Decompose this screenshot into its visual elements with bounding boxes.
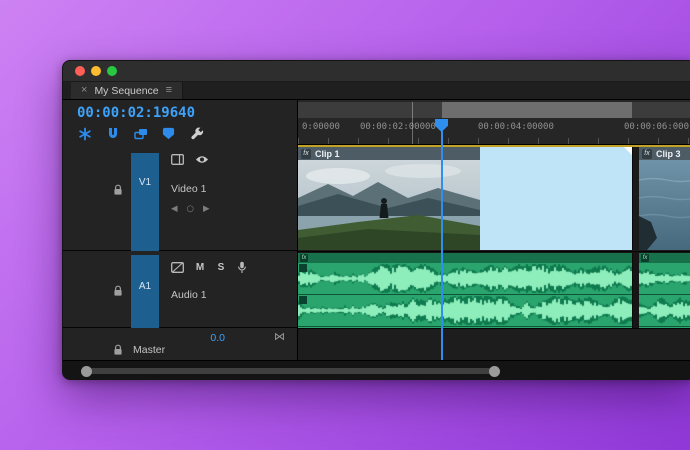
audio-track-name[interactable]: Audio 1 (171, 289, 207, 301)
clip-3-name: Clip 3 (656, 148, 681, 159)
zoom-handle-right[interactable] (489, 365, 500, 377)
solo-button[interactable]: S (216, 262, 226, 273)
nest-icon[interactable] (77, 126, 92, 141)
tab-title: My Sequence (94, 84, 159, 97)
audio-channel-badge (299, 296, 307, 304)
waveform-left (639, 263, 690, 294)
video-track-header: V1 Video 1 ◀ ○ ▶ (63, 146, 297, 269)
ruler-label: 0:00000 (302, 122, 340, 132)
window-titlebar[interactable] (63, 61, 690, 82)
audio-track-lane: fx fx (298, 252, 690, 329)
audio-channel-badge (299, 264, 307, 272)
audio-clip-2[interactable]: fx (639, 253, 690, 328)
work-area-strip (298, 102, 690, 118)
fx-badge[interactable]: fx (301, 148, 311, 159)
fx-badge[interactable]: fx (642, 148, 652, 159)
mute-button[interactable]: M (195, 262, 205, 273)
master-track-name: Master (133, 344, 166, 356)
time-ruler[interactable]: 0:00000 00:00:02:00000 00:00:04:00000 00… (298, 100, 690, 145)
audio-clip-1-header: fx (298, 253, 632, 263)
clip-1[interactable]: fx Clip 1 (298, 147, 481, 250)
timeline-scrollbar-zone (63, 360, 690, 379)
master-bowtie-icon[interactable]: ⋈ (274, 330, 285, 343)
audio-track-header: A1 M S Audio 1 (63, 251, 297, 347)
audio-track-toggles: M S (171, 261, 247, 274)
minimize-traffic-light[interactable] (91, 66, 101, 76)
ruler-labels: 0:00000 00:00:02:00000 00:00:04:00000 00… (298, 118, 690, 144)
audio-clip-2-header: fx (639, 253, 690, 263)
audio-channel-right (639, 295, 690, 327)
prev-keyframe-button[interactable]: ◀ (171, 204, 178, 214)
horizontal-scrollbar[interactable] (87, 368, 495, 374)
zoom-traffic-light[interactable] (107, 66, 117, 76)
timeline-header: 00:00:02:19640 (63, 100, 297, 147)
audio-sync-lock-icon[interactable] (171, 262, 184, 273)
video-track-name[interactable]: Video 1 (171, 183, 206, 195)
audio-lock-icon[interactable] (113, 285, 125, 297)
add-marker-icon[interactable] (161, 126, 176, 141)
timeline-toolbar (77, 126, 204, 141)
video-track-toggles (171, 154, 209, 165)
fx-badge[interactable]: fx (300, 254, 308, 262)
master-track-lane (298, 329, 690, 360)
master-volume-value[interactable]: 0.0 (181, 332, 225, 344)
waveform-left (298, 263, 632, 294)
audio-channel-left (639, 263, 690, 295)
clip-1-header: fx Clip 1 (298, 147, 480, 160)
clip-2-selected[interactable] (480, 147, 633, 250)
master-lock-icon[interactable] (113, 344, 125, 356)
clip-1-thumbnail (298, 160, 480, 250)
audio-clip-1[interactable]: fx (298, 253, 633, 328)
waveform-right (298, 295, 632, 326)
zoom-handle-left[interactable] (81, 365, 92, 377)
desktop-background: × My Sequence ≡ 00:00:02:19640 V1 Video … (0, 0, 690, 450)
clip-out-point-marker (624, 147, 632, 155)
tab-my-sequence[interactable]: × My Sequence ≡ (71, 82, 184, 99)
clip-3[interactable]: fx Clip 3 (639, 147, 690, 250)
panel-menu-icon[interactable]: ≡ (166, 85, 172, 96)
audio-channel-right (298, 295, 632, 327)
fx-badge[interactable]: fx (641, 254, 649, 262)
clip-1-name: Clip 1 (315, 148, 340, 159)
playhead-timecode[interactable]: 00:00:02:19640 (77, 105, 195, 121)
playhead-line[interactable] (441, 120, 443, 360)
waveform-right (639, 295, 690, 326)
clip-3-thumbnail (639, 160, 690, 250)
timeline-panel: 00:00:02:19640 V1 Video 1 ◀ ○ ▶ A1 M S A… (63, 100, 690, 379)
sync-lock-icon[interactable] (171, 154, 184, 165)
panel-tab-bar: × My Sequence ≡ (63, 82, 690, 100)
video-lock-icon[interactable] (113, 184, 125, 196)
tab-close-icon[interactable]: × (81, 85, 87, 96)
master-track-header: 0.0 ⋈ Master (63, 328, 297, 360)
keyframe-navigation: ◀ ○ ▶ (171, 204, 210, 214)
add-keyframe-button[interactable]: ○ (187, 204, 194, 214)
ruler-ticks (298, 138, 690, 144)
track-header-column: 00:00:02:19640 V1 Video 1 ◀ ○ ▶ A1 M S A… (63, 100, 298, 360)
track-output-eye-icon[interactable] (195, 155, 209, 164)
voiceover-mic-icon[interactable] (237, 261, 247, 274)
timeline-settings-wrench-icon[interactable] (189, 126, 204, 141)
app-window: × My Sequence ≡ 00:00:02:19640 V1 Video … (62, 60, 690, 380)
clip-3-header: fx Clip 3 (639, 147, 690, 160)
video-track-lane: fx Clip 1 fx Clip 3 (298, 147, 690, 252)
next-keyframe-button[interactable]: ▶ (203, 204, 210, 214)
ruler-label: 00:00:02:00000 (360, 122, 436, 132)
snap-icon[interactable] (105, 126, 120, 141)
timeline-area: 0:00000 00:00:02:00000 00:00:04:00000 00… (298, 100, 690, 360)
ruler-label: 00:00:04:00000 (478, 122, 554, 132)
close-traffic-light[interactable] (75, 66, 85, 76)
audio-channel-left (298, 263, 632, 295)
ruler-guide-line (412, 102, 413, 144)
linked-selection-icon[interactable] (133, 126, 148, 141)
ruler-label: 00:00:06:000 (624, 122, 690, 132)
work-area-range[interactable] (442, 102, 632, 118)
